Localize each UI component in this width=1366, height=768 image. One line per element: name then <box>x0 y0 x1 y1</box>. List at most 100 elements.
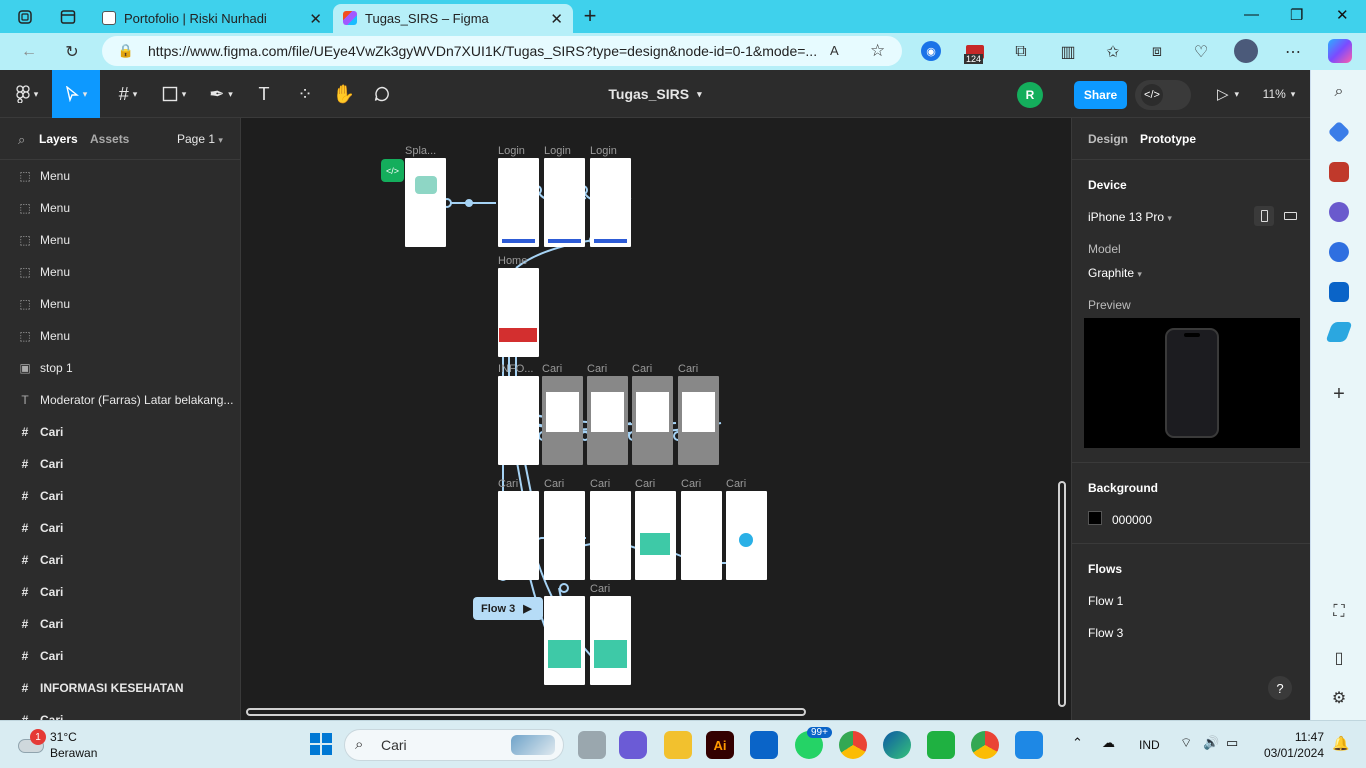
tab-layers[interactable]: Layers <box>39 132 78 146</box>
extension-badge-icon[interactable]: 124 <box>964 39 986 65</box>
frame-label-cari[interactable]: Cari <box>542 363 562 375</box>
chrome-profile-icon[interactable] <box>971 731 999 759</box>
task-view-icon[interactable] <box>578 731 606 759</box>
store-icon[interactable] <box>750 731 778 759</box>
frame-label-cari[interactable]: Cari <box>635 478 655 490</box>
illustrator-icon[interactable]: Ai <box>706 731 734 759</box>
outlook-icon[interactable] <box>1329 282 1349 302</box>
restore-icon[interactable]: ❐ <box>1290 6 1303 24</box>
office-icon[interactable] <box>1329 242 1349 262</box>
screenshot-icon[interactable]: ⛶ <box>1329 602 1349 622</box>
edge-icon[interactable] <box>883 731 911 759</box>
portrait-icon[interactable] <box>1254 206 1274 226</box>
layer-row[interactable]: ⬚ Menu <box>0 320 240 352</box>
layer-row[interactable]: ⬚ Menu <box>0 192 240 224</box>
frame-label-home[interactable]: Home <box>498 255 527 267</box>
page-selector[interactable]: Page 1 ▾ <box>177 132 223 146</box>
shape-tool-icon[interactable]: ▾ <box>154 70 194 118</box>
copilot-icon[interactable] <box>1328 39 1352 63</box>
volume-icon[interactable]: 🔊 <box>1203 735 1219 751</box>
battery-icon[interactable]: ▭ <box>1226 735 1238 751</box>
language-indicator[interactable]: IND <box>1139 738 1160 752</box>
tab-prototype[interactable]: Prototype <box>1140 132 1196 146</box>
frame-label-cari[interactable]: Cari <box>681 478 701 490</box>
add-icon[interactable]: + <box>1329 383 1349 405</box>
frame-cari[interactable] <box>590 491 631 580</box>
vscode-icon[interactable] <box>1015 731 1043 759</box>
model-select[interactable]: Graphite ▾ <box>1088 266 1142 280</box>
layer-row[interactable]: # Cari <box>0 480 240 512</box>
frame-cari[interactable] <box>498 491 539 580</box>
frame-label-cari[interactable]: Cari <box>726 478 746 490</box>
flow-start-label[interactable]: Flow 3 ▶ <box>473 597 543 620</box>
background-swatch[interactable] <box>1088 511 1102 525</box>
dev-status-icon[interactable]: </> <box>381 159 404 182</box>
tab-figma[interactable]: Tugas_SIRS – Figma ✕ <box>333 4 573 33</box>
frame-cari[interactable] <box>544 596 585 685</box>
frame-label-cari[interactable]: Cari <box>590 478 610 490</box>
favorites-icon[interactable]: ✩ <box>1102 41 1124 63</box>
frame-label-cari[interactable]: Cari <box>632 363 652 375</box>
frame-cari[interactable] <box>590 596 631 685</box>
layer-row[interactable]: # Cari <box>0 640 240 672</box>
refresh-icon[interactable]: ↻ <box>61 41 83 63</box>
layer-row[interactable]: # Cari <box>0 576 240 608</box>
frame-login[interactable] <box>544 158 585 247</box>
minimize-icon[interactable]: — <box>1244 6 1259 23</box>
present-icon[interactable]: ▷ ▾ <box>1208 70 1248 118</box>
layer-row[interactable]: # Cari <box>0 512 240 544</box>
move-tool-icon[interactable]: ▾ <box>52 70 100 118</box>
frame-info[interactable] <box>498 376 539 465</box>
frame-cari[interactable] <box>542 376 583 465</box>
layer-row[interactable]: ⬚ Menu <box>0 288 240 320</box>
frame-label-cari[interactable]: Cari <box>587 363 607 375</box>
comment-tool-icon[interactable] <box>368 70 396 118</box>
help-button[interactable]: ? <box>1268 676 1292 700</box>
dev-mode-toggle[interactable]: </> <box>1135 80 1191 110</box>
frame-splash[interactable] <box>405 158 446 247</box>
frame-cari[interactable] <box>726 491 767 580</box>
wifi-icon[interactable]: ⌔ <box>1180 735 1192 751</box>
search-layers-icon[interactable]: ⌕ <box>18 132 25 148</box>
landscape-icon[interactable] <box>1280 206 1300 226</box>
vertical-scrollbar[interactable] <box>1058 481 1066 707</box>
tab-assets[interactable]: Assets <box>90 132 129 146</box>
frame-label-login[interactable]: Login <box>498 145 525 157</box>
chevron-up-icon[interactable]: ⌃ <box>1072 735 1083 751</box>
games-icon[interactable] <box>1329 202 1349 222</box>
chrome-icon[interactable] <box>839 731 867 759</box>
more-menu-icon[interactable]: ⋯ <box>1282 41 1304 63</box>
app-icon[interactable] <box>927 731 955 759</box>
layer-row[interactable]: ⬚ Menu <box>0 160 240 192</box>
frame-label-cari[interactable]: Cari <box>678 363 698 375</box>
layer-row[interactable]: # Cari <box>0 608 240 640</box>
windows-start-icon[interactable] <box>309 732 333 756</box>
settings-gear-icon[interactable]: ⚙ <box>1329 688 1349 708</box>
extensions-puzzle-icon[interactable]: ⧉ <box>1010 41 1032 63</box>
hand-tool-icon[interactable]: ✋ <box>330 70 358 118</box>
frame-cari[interactable] <box>544 491 585 580</box>
layer-row[interactable]: # Cari <box>0 544 240 576</box>
frame-tool-icon[interactable]: # ▾ <box>108 70 148 118</box>
new-tab-icon[interactable]: + <box>578 3 602 28</box>
back-icon[interactable]: ← <box>18 41 40 63</box>
collections-icon[interactable]: ⧈ <box>1146 41 1168 63</box>
tab-portfolio[interactable]: Portofolio | Riski Nurhadi ✕ <box>92 4 332 33</box>
layer-row[interactable]: # Cari <box>0 704 240 720</box>
taskbar-search[interactable]: ⌕ Cari <box>344 729 564 761</box>
canvas[interactable]: </> Spla... Login Login Login Home INFO.… <box>241 118 1071 720</box>
workspaces-icon[interactable] <box>14 6 36 28</box>
address-input[interactable]: 🔒 https://www.figma.com/file/UEye4VwZk3g… <box>102 36 902 66</box>
avatar[interactable]: R <box>1017 82 1043 108</box>
frame-label-cari[interactable]: Cari <box>544 478 564 490</box>
frame-label-cari[interactable]: Cari <box>498 478 518 490</box>
resources-icon[interactable]: ⁘ <box>290 70 320 118</box>
shopping-tag-icon[interactable] <box>1327 120 1351 144</box>
drop-icon[interactable] <box>1325 322 1353 342</box>
pen-tool-icon[interactable]: ✒ ▾ <box>200 70 242 118</box>
frame-login[interactable] <box>590 158 631 247</box>
layer-row[interactable]: ⬚ Menu <box>0 224 240 256</box>
meet-icon[interactable] <box>619 731 647 759</box>
figma-main-menu-icon[interactable]: ▾ <box>8 70 46 118</box>
performance-icon[interactable]: ♡ <box>1190 41 1212 63</box>
